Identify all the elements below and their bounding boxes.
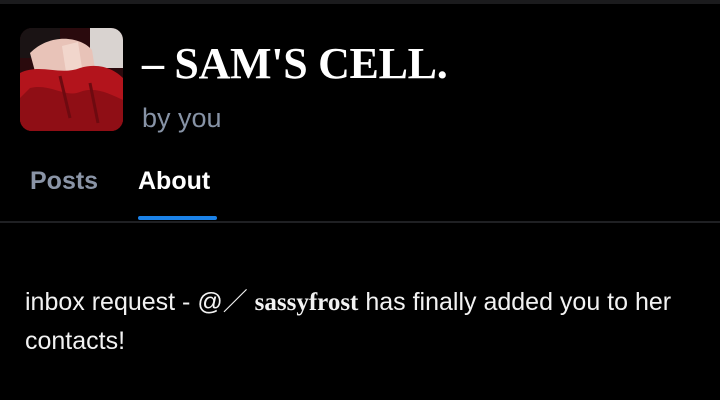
profile-byline: by you <box>142 103 222 133</box>
mention-handle[interactable]: sassyfrost <box>255 289 359 316</box>
avatar[interactable] <box>20 28 123 131</box>
profile-header: – SAM'S CELL. by you Posts About <box>0 0 720 222</box>
about-text-before: inbox request - @ <box>25 288 223 316</box>
profile-title: – SAM'S CELL. <box>142 39 448 88</box>
tab-posts[interactable]: Posts <box>30 166 98 196</box>
header-divider <box>0 221 720 223</box>
tab-about[interactable]: About <box>138 166 210 196</box>
slash-glyph: ／ <box>222 288 248 316</box>
about-description: inbox request - @／ sassyfrost has finall… <box>25 283 705 360</box>
profile-photo-icon <box>20 28 123 131</box>
active-tab-indicator <box>138 216 217 220</box>
